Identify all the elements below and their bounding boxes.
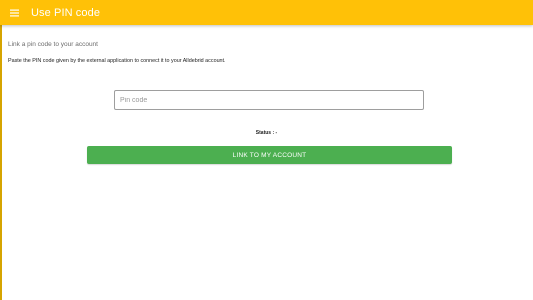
section-description: Paste the PIN code given by the external… (8, 58, 226, 64)
section-title: Link a pin code to your account (8, 41, 98, 48)
left-edge-strip (0, 0, 2, 300)
page-title: Use PIN code (31, 6, 101, 19)
pin-code-input[interactable] (114, 90, 424, 110)
link-to-account-button[interactable]: LINK TO MY ACCOUNT (87, 146, 452, 164)
hamburger-menu-icon (9, 9, 19, 17)
top-toolbar: Use PIN code (0, 0, 533, 25)
status-text: Status : - (255, 130, 278, 136)
app-window: Use PIN code Link a pin code to your acc… (0, 0, 533, 300)
menu-button[interactable] (0, 0, 28, 25)
